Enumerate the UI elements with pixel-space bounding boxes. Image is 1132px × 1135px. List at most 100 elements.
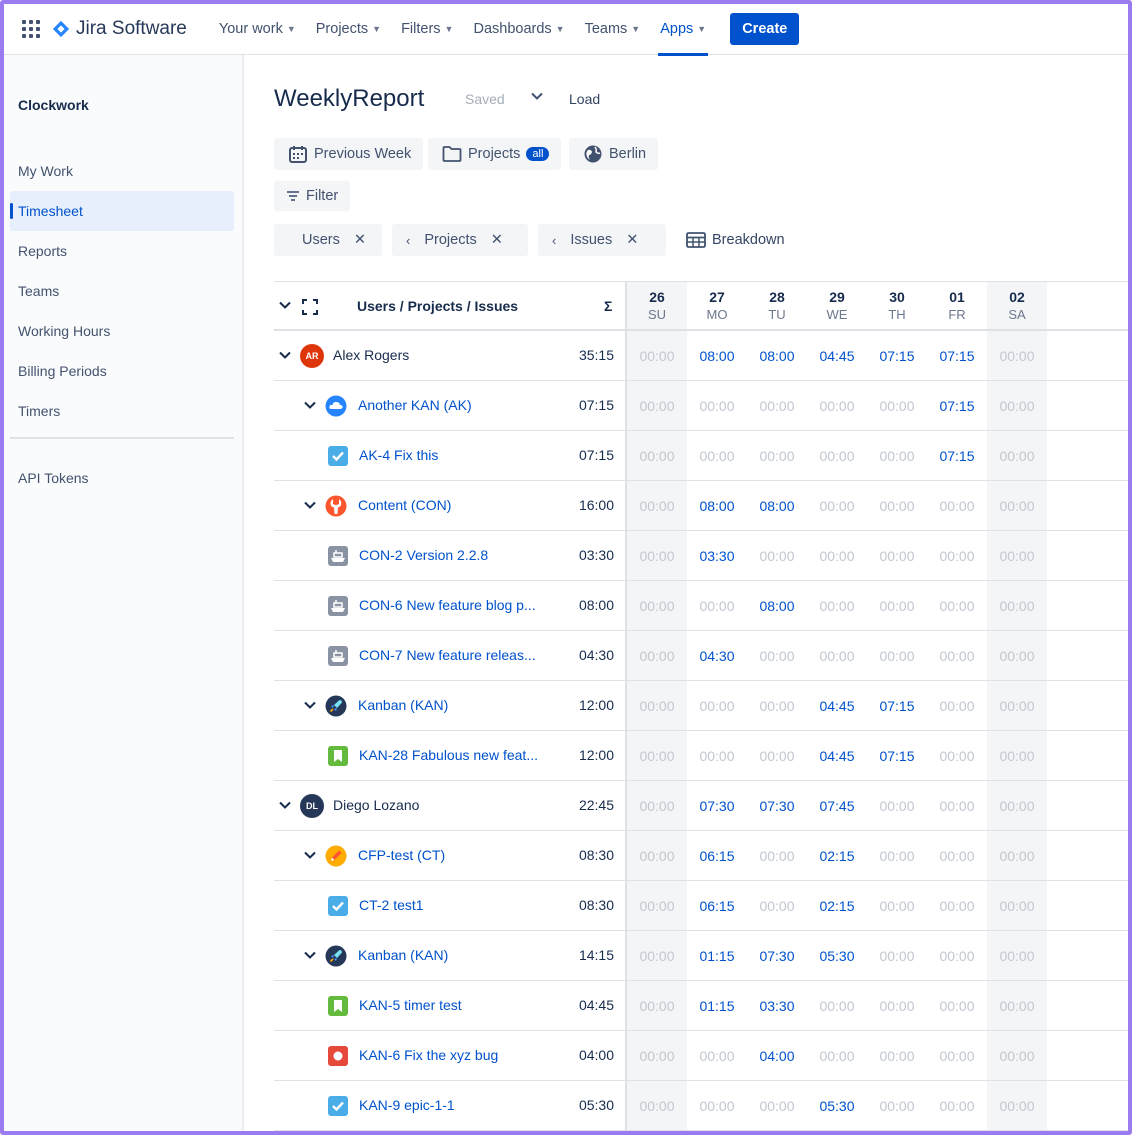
time-cell[interactable]: 00:00 — [987, 381, 1047, 430]
time-cell[interactable]: 07:30 — [687, 781, 747, 830]
close-icon[interactable]: ✕ — [354, 232, 366, 248]
time-cell[interactable]: 00:00 — [987, 781, 1047, 830]
chevron-down-icon[interactable] — [303, 698, 317, 715]
time-cell[interactable]: 00:00 — [627, 731, 687, 780]
time-cell[interactable]: 00:00 — [687, 681, 747, 730]
issue-link[interactable]: CON-7 New feature releas... — [359, 647, 545, 663]
table-row[interactable]: CFP-test (CT) 08:30 00:00 06:15 00:00 02:15 00… — [274, 831, 1128, 881]
time-cell[interactable]: 00:00 — [747, 381, 807, 430]
time-cell[interactable]: 00:00 — [747, 531, 807, 580]
time-cell[interactable]: 00:00 — [747, 731, 807, 780]
time-cell[interactable]: 00:00 — [927, 531, 987, 580]
time-cell[interactable]: 00:00 — [927, 881, 987, 930]
time-cell[interactable]: 07:15 — [867, 331, 927, 380]
time-cell[interactable]: 00:00 — [987, 981, 1047, 1030]
breakdown-button[interactable]: Breakdown — [676, 224, 785, 256]
time-cell[interactable]: 08:00 — [687, 481, 747, 530]
time-cell[interactable]: 07:30 — [747, 931, 807, 980]
time-cell[interactable]: 00:00 — [987, 731, 1047, 780]
time-cell[interactable]: 00:00 — [627, 981, 687, 1030]
table-row[interactable]: CON-6 New feature blog p... 08:00 00:00 00:… — [274, 581, 1128, 631]
time-cell[interactable]: 00:00 — [867, 1081, 927, 1130]
time-cell[interactable]: 00:00 — [627, 631, 687, 680]
time-cell[interactable]: 00:00 — [927, 831, 987, 880]
sidebar-item-timesheet[interactable]: Timesheet — [10, 191, 234, 231]
time-cell[interactable]: 00:00 — [867, 581, 927, 630]
jira-logo[interactable]: Jira Software — [52, 18, 187, 40]
time-cell[interactable]: 00:00 — [867, 831, 927, 880]
time-cell[interactable]: 00:00 — [627, 581, 687, 630]
time-cell[interactable]: 00:00 — [627, 681, 687, 730]
time-cell[interactable]: 04:00 — [747, 1031, 807, 1080]
time-cell[interactable]: 00:00 — [927, 681, 987, 730]
table-row[interactable]: CT-2 test1 08:30 00:00 06:15 00:00 02:15 00:00… — [274, 881, 1128, 931]
time-cell[interactable]: 00:00 — [627, 381, 687, 430]
time-cell[interactable]: 00:00 — [807, 1031, 867, 1080]
time-cell[interactable]: 00:00 — [867, 981, 927, 1030]
chevron-down-icon[interactable] — [303, 848, 317, 865]
issue-link[interactable]: KAN-9 epic-1-1 — [359, 1097, 545, 1113]
time-cell[interactable]: 03:30 — [747, 981, 807, 1030]
collapse-all-icon[interactable] — [278, 298, 292, 315]
time-cell[interactable]: 00:00 — [927, 481, 987, 530]
time-cell[interactable]: 08:00 — [687, 331, 747, 380]
issue-link[interactable]: AK-4 Fix this — [359, 447, 545, 463]
filter-button[interactable]: Filter — [274, 181, 351, 211]
table-row[interactable]: CON-7 New feature releas... 04:30 00:00 04:… — [274, 631, 1128, 681]
time-cell[interactable]: 00:00 — [987, 1081, 1047, 1130]
time-cell[interactable]: 00:00 — [867, 531, 927, 580]
time-cell[interactable]: 01:15 — [687, 981, 747, 1030]
time-cell[interactable]: 00:00 — [927, 1031, 987, 1080]
time-cell[interactable]: 00:00 — [687, 731, 747, 780]
table-row[interactable]: KAN-9 epic-1-1 05:30 00:00 00:00 00:00 05:30 0… — [274, 1081, 1128, 1131]
time-cell[interactable]: 00:00 — [807, 581, 867, 630]
time-cell[interactable]: 00:00 — [807, 481, 867, 530]
time-cell[interactable]: 08:00 — [747, 331, 807, 380]
time-cell[interactable]: 00:00 — [987, 481, 1047, 530]
time-cell[interactable]: 07:15 — [867, 681, 927, 730]
time-cell[interactable]: 00:00 — [927, 581, 987, 630]
time-cell[interactable]: 00:00 — [627, 1081, 687, 1130]
chevron-down-icon[interactable] — [278, 798, 292, 815]
sidebar-item-api-tokens[interactable]: API Tokens — [10, 458, 234, 498]
app-switcher-icon[interactable] — [22, 20, 40, 38]
project-link[interactable]: Kanban (KAN) — [358, 697, 558, 713]
time-cell[interactable]: 00:00 — [987, 431, 1047, 480]
nav-item-filters[interactable]: Filters ▼ — [391, 4, 463, 55]
time-cell[interactable]: 00:00 — [627, 781, 687, 830]
time-cell[interactable]: 04:45 — [807, 331, 867, 380]
time-cell[interactable]: 02:15 — [807, 881, 867, 930]
time-cell[interactable]: 05:30 — [807, 1081, 867, 1130]
close-icon[interactable]: ✕ — [491, 232, 503, 248]
previous-week-button[interactable]: Previous Week — [274, 138, 424, 170]
project-link[interactable]: CFP-test (CT) — [358, 847, 558, 863]
table-row[interactable]: Another KAN (AK) 07:15 00:00 00:00 00:00 00:0… — [274, 381, 1128, 431]
group-chip-issues[interactable]: ‹ Issues ✕ — [538, 224, 666, 256]
time-cell[interactable]: 00:00 — [807, 531, 867, 580]
time-cell[interactable]: 00:00 — [807, 981, 867, 1030]
time-cell[interactable]: 00:00 — [807, 631, 867, 680]
time-cell[interactable]: 00:00 — [807, 381, 867, 430]
time-cell[interactable]: 07:15 — [867, 731, 927, 780]
time-cell[interactable]: 00:00 — [747, 631, 807, 680]
table-row[interactable]: DL Diego Lozano 22:45 00:00 07:30 07:30 07:45 0… — [274, 781, 1128, 831]
issue-link[interactable]: KAN-28 Fabulous new feat... — [359, 747, 545, 763]
time-cell[interactable]: 00:00 — [987, 931, 1047, 980]
time-cell[interactable]: 00:00 — [627, 331, 687, 380]
project-link[interactable]: Content (CON) — [358, 497, 558, 513]
table-row[interactable]: Kanban (KAN) 12:00 00:00 00:00 00:00 04:45 07:… — [274, 681, 1128, 731]
nav-item-teams[interactable]: Teams ▼ — [575, 4, 651, 55]
load-button[interactable]: Load — [569, 91, 600, 107]
time-cell[interactable]: 00:00 — [987, 681, 1047, 730]
table-row[interactable]: AR Alex Rogers 35:15 00:00 08:00 08:00 04:45 07… — [274, 331, 1128, 381]
time-cell[interactable]: 04:45 — [807, 681, 867, 730]
sidebar-item-my-work[interactable]: My Work — [10, 151, 234, 191]
time-cell[interactable]: 00:00 — [867, 381, 927, 430]
time-cell[interactable]: 00:00 — [627, 1031, 687, 1080]
time-cell[interactable]: 00:00 — [627, 831, 687, 880]
time-cell[interactable]: 06:15 — [687, 881, 747, 930]
time-cell[interactable]: 00:00 — [687, 431, 747, 480]
time-cell[interactable]: 00:00 — [867, 931, 927, 980]
issue-link[interactable]: KAN-6 Fix the xyz bug — [359, 1047, 545, 1063]
time-cell[interactable]: 04:30 — [687, 631, 747, 680]
